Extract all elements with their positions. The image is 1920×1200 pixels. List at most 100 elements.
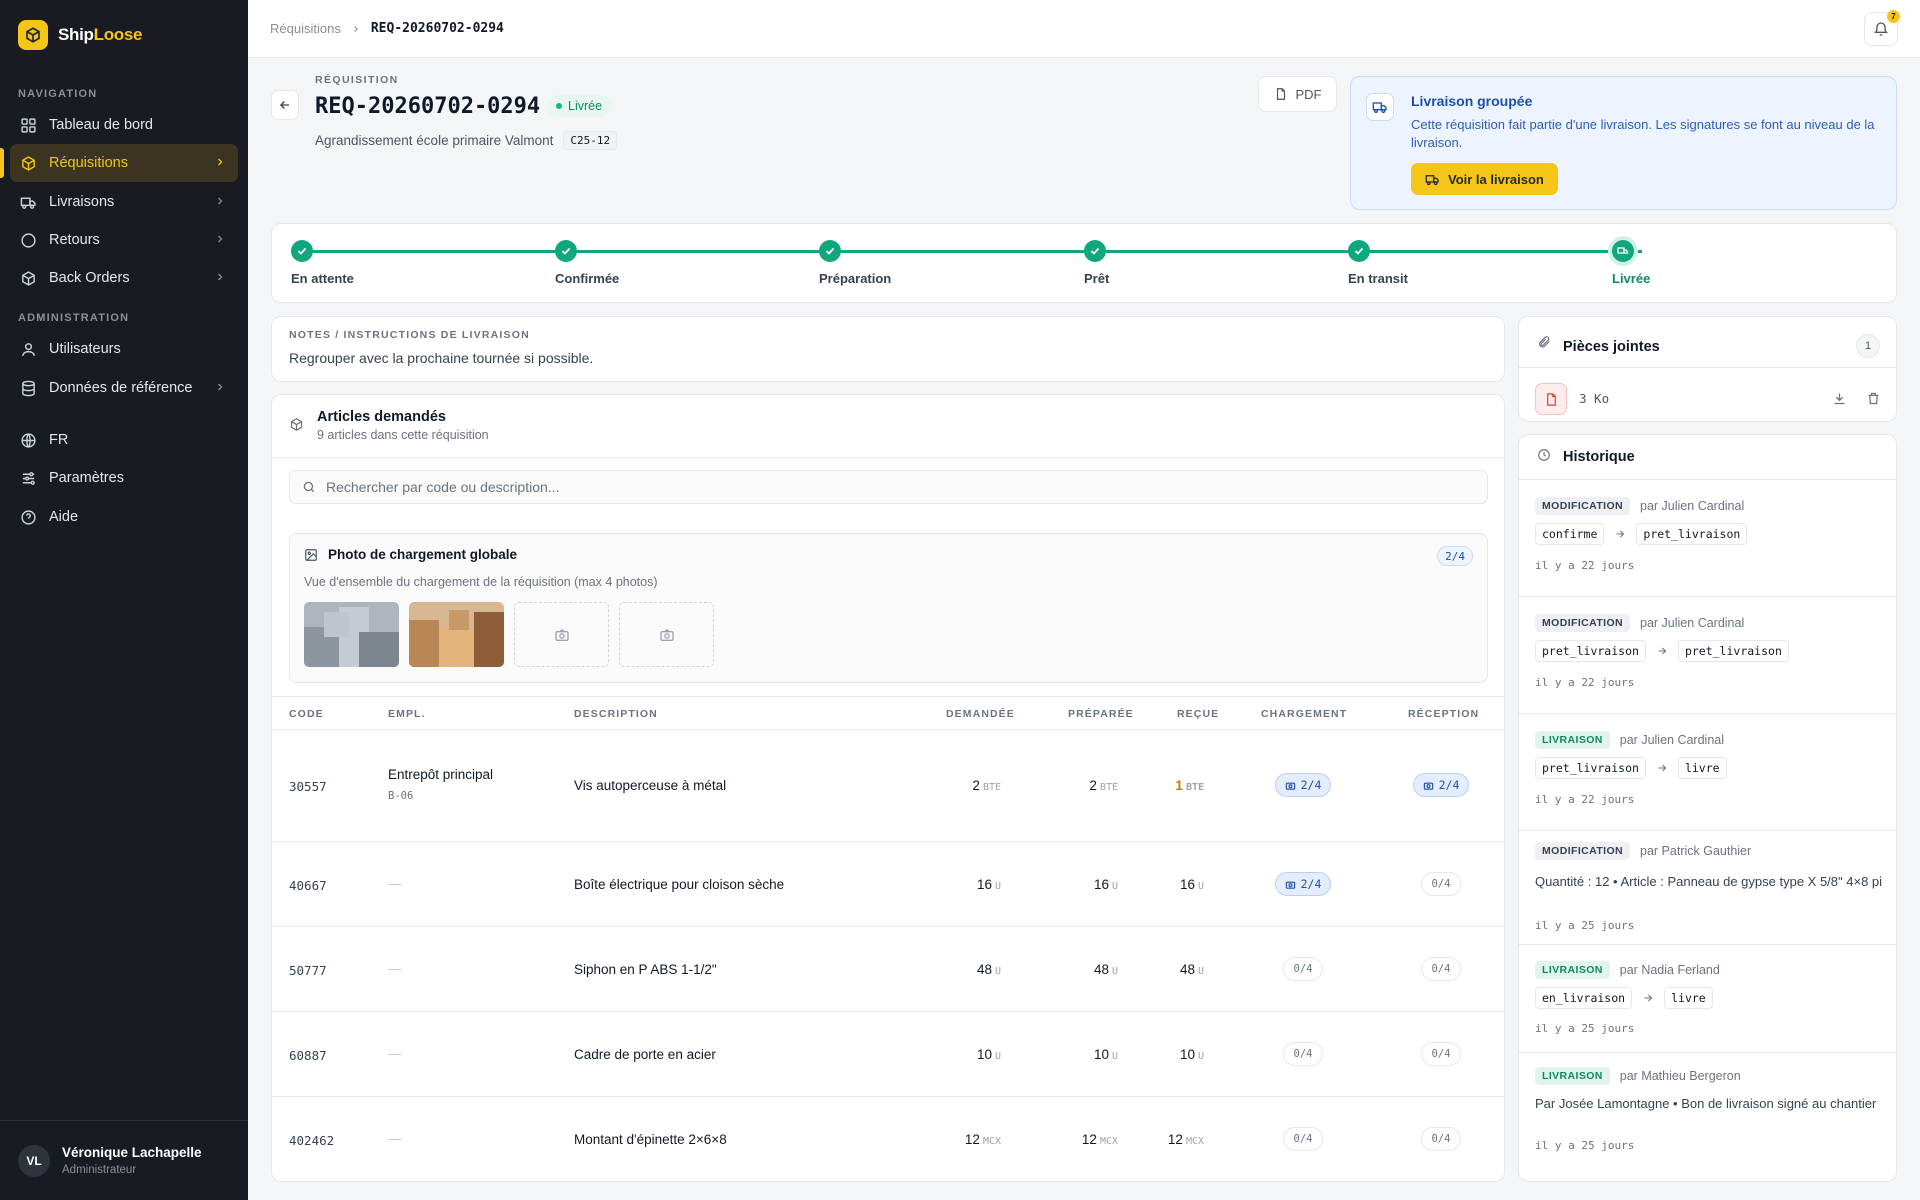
qty-requested: 10 U — [976, 1047, 1001, 1062]
step-label: Préparation — [819, 271, 892, 286]
add-photo-slot[interactable] — [619, 602, 714, 667]
loading-photos-chip[interactable]: 2/4 — [1275, 872, 1331, 896]
divider — [1519, 367, 1896, 368]
item-code: 50777 — [289, 963, 327, 978]
notifications-button[interactable]: 7 — [1864, 10, 1900, 46]
sidebar-item-dashboard[interactable]: Tableau de bord — [10, 106, 238, 144]
history-type-badge: MODIFICATION — [1535, 842, 1631, 860]
dashboard-icon — [20, 117, 37, 134]
user-profile[interactable]: VL Véronique Lachapelle Administrateur — [0, 1120, 248, 1200]
history-entry: LIVRAISON par Nadia Ferland en_livraison l… — [1519, 945, 1896, 1053]
globe-icon — [20, 432, 37, 449]
arrow-left-icon — [278, 98, 292, 112]
column-header: DESCRIPTION — [574, 708, 658, 720]
pdf-button[interactable]: PDF — [1258, 76, 1337, 112]
avatar: VL — [18, 1144, 50, 1177]
language-selector[interactable]: FR — [10, 421, 238, 459]
photo-thumbnail[interactable] — [304, 602, 399, 667]
sidebar-item-retours[interactable]: Retours — [10, 221, 238, 259]
column-header: PRÉPARÉE — [1068, 708, 1134, 720]
sidebar-item-donnees-reference[interactable]: Données de référence — [10, 369, 238, 407]
check-icon — [1348, 240, 1370, 262]
qty-requested: 12 MCX — [964, 1132, 1001, 1147]
qty-received: 16 U — [1179, 877, 1204, 892]
qty-requested: 16 U — [976, 877, 1001, 892]
chevron-right-icon — [214, 156, 226, 168]
loading-photos-chip[interactable]: 0/4 — [1283, 1127, 1323, 1151]
clock-icon — [1537, 448, 1551, 462]
history-text: Par Josée Lamontagne • Bon de livraison … — [1535, 1096, 1877, 1111]
stepper-track — [302, 250, 1642, 253]
history-entry-header: LIVRAISON par Nadia Ferland — [1535, 961, 1720, 979]
breadcrumb: Réquisitions REQ-20260702-0294 — [270, 21, 504, 36]
sidebar-item-label: Tableau de bord — [49, 117, 153, 133]
qty-received: 48 U — [1179, 962, 1204, 977]
group-delivery-card: Livraison groupée Cette réquisition fait… — [1350, 76, 1897, 210]
status-label: Livrée — [568, 99, 603, 113]
step-label: Confirmée — [555, 271, 620, 286]
status-dot-icon — [556, 103, 562, 109]
item-description: Montant d'épinette 2×6×8 — [574, 1132, 727, 1147]
sidebar-item-utilisateurs[interactable]: Utilisateurs — [10, 330, 238, 368]
file-icon[interactable] — [1535, 383, 1567, 415]
status-to: pret_livraison — [1677, 640, 1789, 662]
divider — [272, 841, 1504, 842]
search-input[interactable] — [326, 479, 1426, 495]
trash-icon[interactable] — [1866, 391, 1881, 406]
brand[interactable]: ShipLoose — [18, 20, 143, 50]
group-delivery-title: Livraison groupée — [1411, 93, 1533, 109]
reception-photos-chip[interactable]: 0/4 — [1421, 1042, 1461, 1066]
add-photo-slot[interactable] — [514, 602, 609, 667]
check-icon — [555, 240, 577, 262]
check-icon — [291, 240, 313, 262]
loading-photos-chip[interactable]: 0/4 — [1283, 1042, 1323, 1066]
user-name: Véronique Lachapelle — [62, 1145, 202, 1160]
item-location: — — [388, 1131, 402, 1146]
history-entry: MODIFICATION par Julien Cardinal confirme… — [1519, 480, 1896, 597]
check-icon — [1084, 240, 1106, 262]
notes-text: Regrouper avec la prochaine tournée si p… — [289, 350, 594, 366]
brand-name: ShipLoose — [58, 25, 143, 44]
sidebar-item-label: Back Orders — [49, 270, 130, 286]
column-header: RÉCEPTION — [1408, 708, 1480, 720]
column-header: CHARGEMENT — [1261, 708, 1348, 720]
back-button[interactable] — [271, 90, 299, 120]
loading-photos-chip[interactable]: 2/4 — [1275, 773, 1331, 797]
history-card: Historique MODIFICATION par Julien Cardin… — [1518, 434, 1897, 1182]
history-time: il y a 22 jours — [1535, 559, 1635, 572]
status-to: pret_livraison — [1636, 523, 1748, 545]
divider — [272, 457, 1504, 458]
sidebar-item-parametres[interactable]: Paramètres — [10, 459, 238, 497]
sidebar-item-back-orders[interactable]: Back Orders — [10, 259, 238, 297]
history-type-badge: LIVRAISON — [1535, 1067, 1610, 1085]
sidebar-item-livraisons[interactable]: Livraisons — [10, 183, 238, 221]
view-delivery-button[interactable]: Voir la livraison — [1411, 163, 1558, 195]
history-type-badge: LIVRAISON — [1535, 961, 1610, 979]
status-from: pret_livraison — [1535, 757, 1646, 779]
status-from: confirme — [1535, 523, 1605, 545]
item-location: Entrepôt principal B-06 — [388, 767, 493, 802]
image-icon — [304, 548, 318, 562]
history-author: par Julien Cardinal — [1640, 499, 1745, 513]
download-icon[interactable] — [1832, 391, 1847, 406]
sidebar-item-aide[interactable]: Aide — [10, 498, 238, 536]
attachments-card: Pièces jointes 1 3 Ko — [1518, 316, 1897, 422]
history-author: par Mathieu Bergeron — [1619, 1069, 1741, 1083]
photo-thumbnail[interactable] — [409, 602, 504, 667]
photo-count-badge: 2/4 — [1437, 546, 1473, 566]
reception-photos-chip[interactable]: 0/4 — [1421, 1127, 1461, 1151]
item-code: 60887 — [289, 1048, 327, 1063]
reception-photos-chip[interactable]: 0/4 — [1421, 872, 1461, 896]
sidebar-item-requisitions[interactable]: Réquisitions — [10, 144, 238, 182]
articles-title: Articles demandés — [317, 409, 446, 425]
reception-photos-chip[interactable]: 0/4 — [1421, 957, 1461, 981]
loading-photos-chip[interactable]: 0/4 — [1283, 957, 1323, 981]
articles-subtitle: 9 articles dans cette réquisition — [317, 428, 489, 442]
reception-photos-chip[interactable]: 2/4 — [1413, 773, 1469, 797]
history-entry: MODIFICATION par Patrick Gauthier Quantit… — [1519, 831, 1896, 945]
status-from: en_livraison — [1535, 987, 1633, 1009]
qty-prepared: 48 U — [1093, 962, 1118, 977]
history-type-badge: LIVRAISON — [1535, 731, 1610, 749]
breadcrumb-root[interactable]: Réquisitions — [270, 21, 341, 36]
photo-subtitle: Vue d'ensemble du chargement de la réqui… — [304, 575, 658, 589]
